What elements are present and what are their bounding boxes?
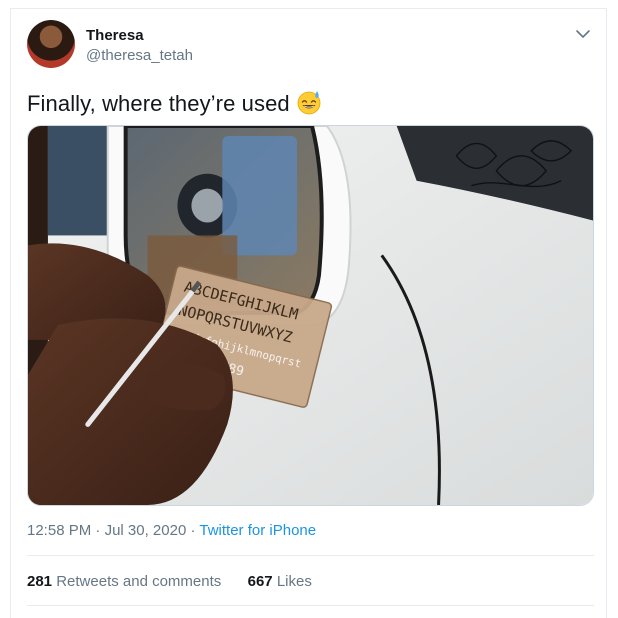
- tweet-card: Theresa @theresa_tetah Finally, where th…: [10, 8, 607, 618]
- retweets-count: 281: [27, 573, 53, 590]
- grinning-sweat-emoji-icon: [297, 91, 321, 115]
- tweet-meta: 12:58 PM · Jul 30, 2020 · Twitter for iP…: [27, 522, 316, 539]
- tweet-stats: 281 Retweets and comments 667 Likes: [27, 573, 312, 590]
- avatar[interactable]: [27, 20, 75, 68]
- divider-bottom: [27, 605, 594, 606]
- tweet-text: Finally, where they’re used: [27, 89, 322, 117]
- tweet-text-content: Finally, where they’re used: [27, 91, 290, 116]
- likes-label: Likes: [276, 573, 312, 590]
- tweet-date[interactable]: Jul 30, 2020: [105, 522, 187, 539]
- photo-illustration: ABCDEFGHIJKLM NOPQRSTUVWXYZ abcdefghijkl…: [28, 126, 593, 505]
- likes-stat[interactable]: 667 Likes: [248, 573, 312, 590]
- tweet-time[interactable]: 12:58 PM: [27, 522, 91, 539]
- tweet-source-link[interactable]: Twitter for iPhone: [199, 522, 316, 539]
- retweets-stat[interactable]: 281 Retweets and comments: [27, 573, 221, 590]
- meta-separator: ·: [95, 522, 101, 539]
- author-name[interactable]: Theresa: [86, 27, 144, 44]
- chevron-down-icon[interactable]: [574, 25, 592, 43]
- author-handle[interactable]: @theresa_tetah: [86, 47, 193, 64]
- divider: [27, 555, 594, 556]
- meta-separator-2: ·: [190, 522, 196, 539]
- tweet-photo[interactable]: ABCDEFGHIJKLM NOPQRSTUVWXYZ abcdefghijkl…: [27, 125, 594, 506]
- likes-count: 667: [247, 573, 273, 590]
- retweets-label: Retweets and comments: [56, 573, 222, 590]
